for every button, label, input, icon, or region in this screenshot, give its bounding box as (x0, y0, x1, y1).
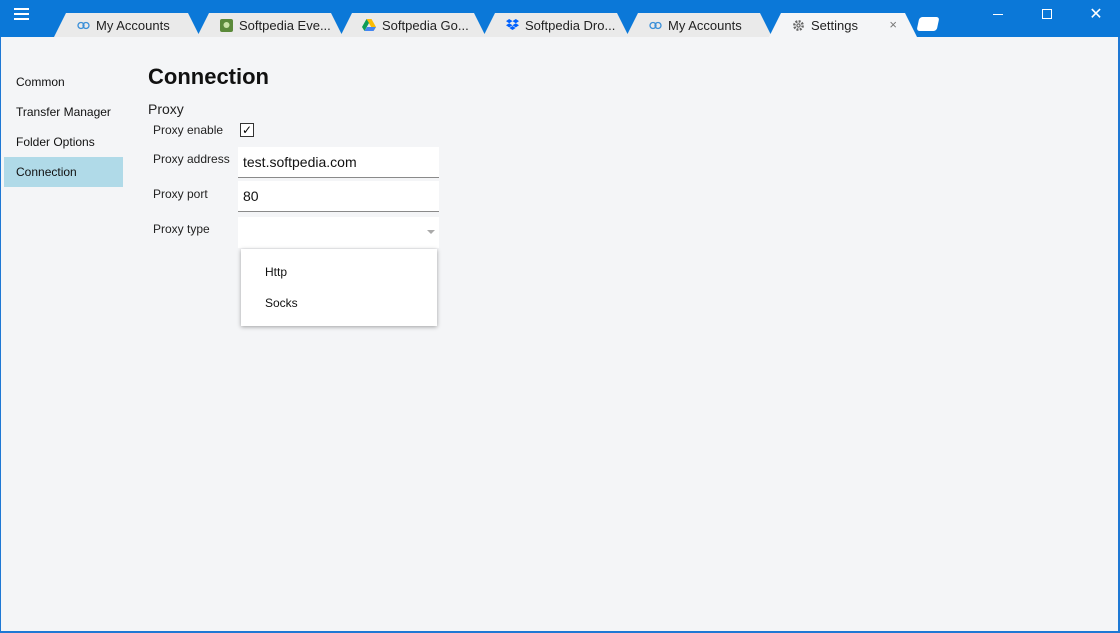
proxy-address-input[interactable] (238, 147, 439, 178)
chevron-down-icon (427, 230, 435, 234)
close-icon: ✕ (1089, 6, 1103, 23)
proxy-address-label: Proxy address (153, 152, 230, 166)
maximize-icon (1042, 9, 1052, 19)
dropdown-option-http[interactable]: Http (241, 257, 437, 288)
minimize-icon (993, 13, 1003, 15)
proxy-enable-label: Proxy enable (153, 123, 224, 137)
proxy-type-dropdown: Http Socks (241, 249, 437, 326)
hamburger-menu-icon[interactable] (14, 7, 36, 29)
proxy-enable-checkbox[interactable]: ✓ (240, 123, 254, 137)
tab-label: Settings (811, 17, 858, 33)
sidebar-item-connection[interactable]: Connection (4, 157, 123, 187)
new-tab-button[interactable] (916, 17, 940, 31)
maximize-button[interactable] (1024, 0, 1070, 28)
minimize-button[interactable] (975, 0, 1021, 28)
page-title: Connection (148, 64, 269, 89)
dropdown-option-socks[interactable]: Socks (241, 288, 437, 319)
close-tab-icon[interactable]: × (889, 17, 897, 32)
sidebar-item-common[interactable]: Common (4, 67, 123, 97)
tab-label: Softpedia Go... (382, 17, 469, 33)
tab-label: Softpedia Dro... (525, 17, 616, 33)
gear-icon (791, 18, 805, 32)
tab-settings[interactable]: Settings × (769, 13, 917, 37)
tab-label: Softpedia Eve... (239, 17, 331, 33)
tab-softpedia-google-drive[interactable]: Softpedia Go... (340, 13, 486, 37)
settings-sidebar: Common Transfer Manager Folder Options C… (4, 67, 123, 187)
close-window-button[interactable]: ✕ (1073, 0, 1119, 28)
proxy-type-select[interactable] (238, 217, 439, 248)
proxy-type-label: Proxy type (153, 222, 210, 236)
tab-label: My Accounts (668, 17, 742, 33)
proxy-port-input[interactable] (238, 181, 439, 212)
settings-content: Common Transfer Manager Folder Options C… (1, 37, 1118, 631)
tab-softpedia-dropbox[interactable]: Softpedia Dro... (483, 13, 629, 37)
tab-label: My Accounts (96, 17, 170, 33)
evernote-icon (219, 18, 233, 32)
title-bar: My Accounts Softpedia Eve... Softpedia G… (0, 0, 1120, 37)
google-drive-icon (362, 18, 376, 32)
section-title-proxy: Proxy (148, 101, 184, 117)
sidebar-item-folder-options[interactable]: Folder Options (4, 127, 123, 157)
link-icon (648, 18, 662, 32)
sidebar-item-transfer-manager[interactable]: Transfer Manager (4, 97, 123, 127)
dropbox-icon (505, 18, 519, 32)
tab-softpedia-evernote[interactable]: Softpedia Eve... (197, 13, 343, 37)
tab-my-accounts-1[interactable]: My Accounts (54, 13, 200, 37)
checkmark-icon: ✓ (241, 123, 253, 137)
proxy-port-label: Proxy port (153, 187, 208, 201)
link-icon (76, 18, 90, 32)
tab-my-accounts-2[interactable]: My Accounts (626, 13, 772, 37)
